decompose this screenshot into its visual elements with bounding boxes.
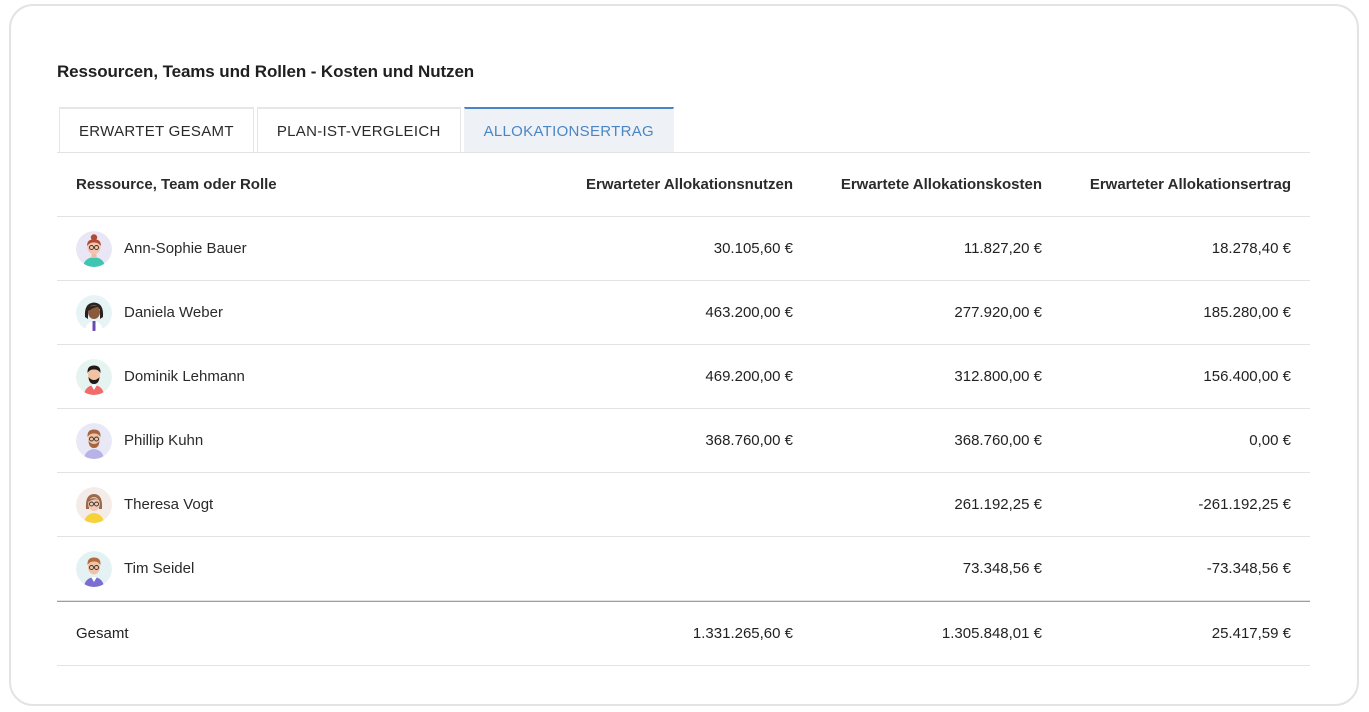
avatar-man-glasses-icon	[76, 550, 112, 587]
table-header-row: Ressource, Team oder Rolle Erwarteter Al…	[57, 153, 1310, 217]
header-name[interactable]: Ressource, Team oder Rolle	[57, 176, 517, 193]
total-benefit: 1.331.265,60 €	[692, 625, 793, 642]
resource-name[interactable]: Phillip Kuhn	[124, 432, 203, 449]
header-cost[interactable]: Erwartete Allokationskosten	[812, 176, 1061, 193]
resource-name[interactable]: Daniela Weber	[124, 304, 223, 321]
benefit-cell: 368.760,00 €	[705, 432, 793, 449]
name-cell: Theresa Vogt	[57, 486, 517, 523]
yield-cell: -73.348,56 €	[1206, 560, 1291, 577]
yield-cell: 185.280,00 €	[1203, 304, 1291, 321]
name-cell: Phillip Kuhn	[57, 422, 517, 459]
resource-name[interactable]: Tim Seidel	[124, 560, 194, 577]
name-cell: Dominik Lehmann	[57, 358, 517, 395]
total-row: Gesamt 1.331.265,60 € 1.305.848,01 € 25.…	[57, 601, 1310, 666]
cost-cell: 11.827,20 €	[963, 240, 1042, 257]
tab-bar: ERWARTET GESAMT PLAN-IST-VERGLEICH ALLOK…	[59, 107, 677, 153]
table-row[interactable]: Phillip Kuhn 368.760,00 € 368.760,00 € 0…	[57, 409, 1310, 473]
table-row[interactable]: Dominik Lehmann 469.200,00 € 312.800,00 …	[57, 345, 1310, 409]
avatar-man-glasses-beard-icon	[76, 422, 112, 459]
total-cost: 1.305.848,01 €	[941, 625, 1042, 642]
tab-erwartet-gesamt[interactable]: ERWARTET GESAMT	[59, 107, 254, 153]
yield-cell: 156.400,00 €	[1203, 368, 1291, 385]
table-row[interactable]: Tim Seidel 73.348,56 € -73.348,56 €	[57, 537, 1310, 601]
avatar-woman-dark-hair-icon	[76, 294, 112, 331]
tab-allokationsertrag[interactable]: ALLOKATIONSERTRAG	[463, 107, 675, 153]
yield-cell: 0,00 €	[1249, 432, 1291, 449]
cost-cell: 277.920,00 €	[954, 304, 1042, 321]
table-row[interactable]: Ann-Sophie Bauer 30.105,60 € 11.827,20 €…	[57, 217, 1310, 281]
name-cell: Ann-Sophie Bauer	[57, 230, 517, 267]
total-label: Gesamt	[76, 625, 129, 642]
table-row[interactable]: Daniela Weber 463.200,00 € 277.920,00 € …	[57, 281, 1310, 345]
allocation-table: Ressource, Team oder Rolle Erwarteter Al…	[57, 152, 1310, 666]
yield-cell: -261.192,25 €	[1198, 496, 1291, 513]
yield-cell: 18.278,40 €	[1211, 240, 1291, 257]
avatar-woman-glasses-icon	[76, 486, 112, 523]
avatar-man-beard-icon	[76, 358, 112, 395]
cost-benefit-card: Ressourcen, Teams und Rollen - Kosten un…	[9, 4, 1359, 706]
avatar-woman-bun-icon	[76, 230, 112, 267]
cost-cell: 368.760,00 €	[954, 432, 1042, 449]
benefit-cell: 463.200,00 €	[705, 304, 793, 321]
header-benefit[interactable]: Erwarteter Allokationsnutzen	[517, 176, 812, 193]
resource-name[interactable]: Ann-Sophie Bauer	[124, 240, 247, 257]
cost-cell: 73.348,56 €	[962, 560, 1042, 577]
name-cell: Daniela Weber	[57, 294, 517, 331]
tab-plan-ist-vergleich[interactable]: PLAN-IST-VERGLEICH	[256, 107, 461, 153]
section-title: Ressourcen, Teams und Rollen - Kosten un…	[57, 62, 475, 81]
benefit-cell: 469.200,00 €	[705, 368, 793, 385]
cost-cell: 312.800,00 €	[954, 368, 1042, 385]
table-row[interactable]: Theresa Vogt 261.192,25 € -261.192,25 €	[57, 473, 1310, 537]
total-yield: 25.417,59 €	[1211, 625, 1291, 642]
cost-cell: 261.192,25 €	[954, 496, 1042, 513]
name-cell: Tim Seidel	[57, 550, 517, 587]
resource-name[interactable]: Dominik Lehmann	[124, 368, 245, 385]
resource-name[interactable]: Theresa Vogt	[124, 496, 213, 513]
benefit-cell: 30.105,60 €	[713, 240, 793, 257]
header-yield[interactable]: Erwarteter Allokationsertrag	[1061, 176, 1310, 193]
